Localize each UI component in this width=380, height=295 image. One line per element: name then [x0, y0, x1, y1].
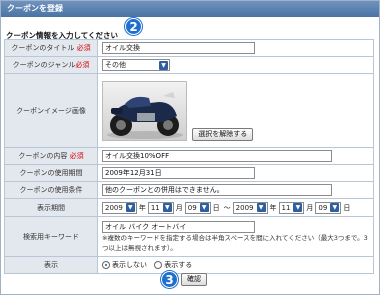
label-conditions: クーポンの使用条件: [4, 181, 98, 199]
required-mark: 必須: [69, 152, 84, 160]
to-year-select[interactable]: 2009 ▼: [232, 201, 268, 214]
chevron-down-icon: ▼: [293, 203, 303, 212]
period-input[interactable]: 2009年12月31日: [102, 167, 255, 179]
from-day-select[interactable]: 09 ▼: [184, 201, 211, 214]
label-keywords: 検索用キーワード: [4, 216, 98, 257]
chevron-down-icon: ▼: [162, 203, 172, 212]
motorcycle-image: [102, 80, 187, 141]
label-image: クーポンイメージ画像: [4, 73, 98, 148]
chevron-down-icon: ▼: [159, 60, 168, 70]
radio-selected-icon[interactable]: [102, 261, 110, 269]
from-month-select[interactable]: 11 ▼: [147, 201, 174, 214]
confirm-button[interactable]: 確認: [181, 273, 207, 286]
genre-select[interactable]: その他 ▼: [102, 59, 170, 71]
chevron-down-icon: ▼: [256, 203, 266, 212]
keywords-input[interactable]: オイル バイク オートバイ: [102, 220, 255, 233]
label-content: クーポンの内容 必須: [4, 147, 98, 165]
chevron-down-icon: ▼: [330, 203, 340, 212]
coupon-form: クーポンのタイトル 必須 オイル交換 クーポンのジャンル必須 その他 ▼ クーポン…: [4, 39, 374, 274]
label-display: 表示: [4, 256, 98, 274]
to-day-select[interactable]: 09 ▼: [315, 201, 342, 214]
label-genre: クーポンのジャンル必須: [4, 56, 98, 74]
chevron-down-icon: ▼: [125, 203, 135, 212]
coupon-register-window: クーポンを登録 2 クーポン情報を入力してください クーポンのタイトル 必須 オ…: [0, 0, 380, 295]
display-hide-radio[interactable]: 表示しない: [102, 261, 147, 269]
label-display-period: 表示期間: [4, 198, 98, 217]
to-month-select[interactable]: 11 ▼: [278, 201, 305, 214]
keywords-note: ※複数のキーワードを指定する場合は半角スペースを間に入れてください（最大3つまで…: [102, 233, 368, 252]
label-period: クーポンの使用期間: [4, 164, 98, 182]
content-input[interactable]: オイル交換10%OFF: [102, 150, 332, 162]
required-mark: 必須: [75, 61, 90, 69]
required-mark: 必須: [76, 44, 91, 52]
title-input[interactable]: オイル交換: [102, 42, 255, 54]
radio-icon[interactable]: [154, 261, 163, 269]
step-2-badge: 2: [125, 18, 142, 35]
chevron-down-icon: ▼: [199, 203, 209, 212]
step-3-badge: 3: [161, 271, 178, 288]
from-year-select[interactable]: 2009 ▼: [102, 201, 137, 214]
window-title: クーポンを登録: [1, 1, 379, 17]
display-show-radio[interactable]: 表示する: [154, 261, 192, 269]
conditions-input[interactable]: 他のクーポンとの併用はできません。: [102, 184, 332, 196]
remove-image-button[interactable]: 選択を解除する: [192, 127, 254, 141]
label-title: クーポンのタイトル 必須: [4, 39, 98, 57]
motorcycle-icon: [107, 91, 183, 139]
